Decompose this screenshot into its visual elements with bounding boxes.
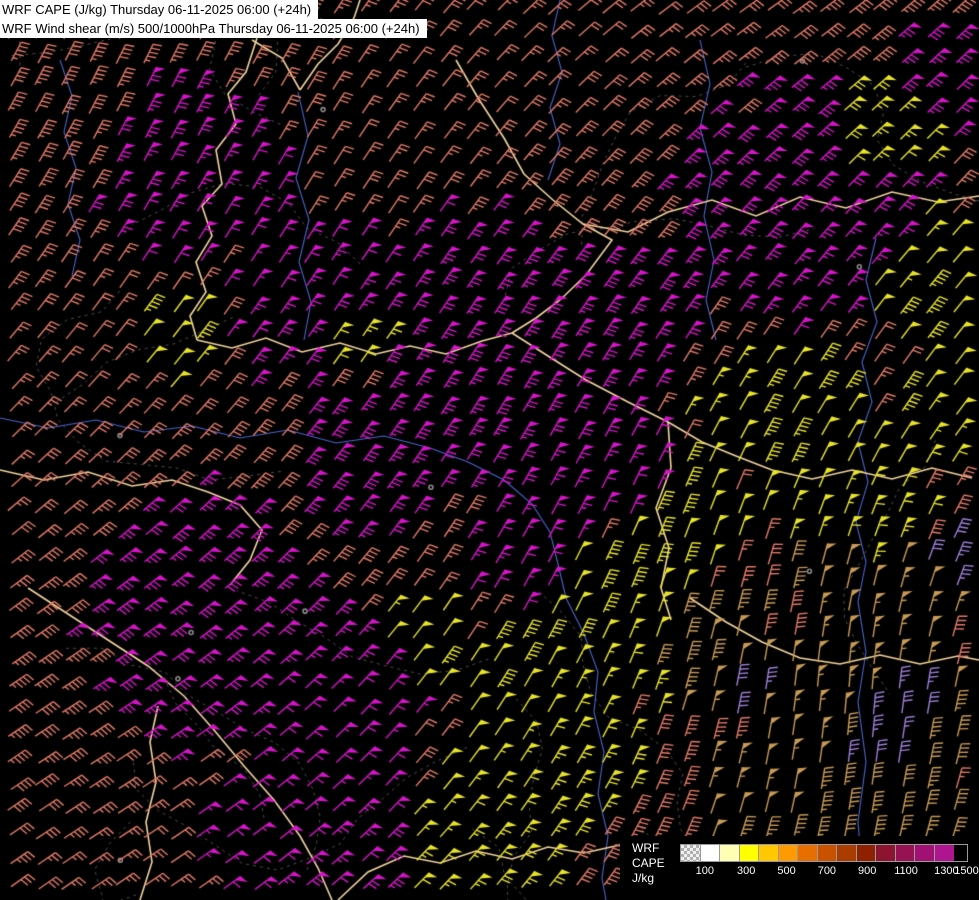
legend-value: 300 <box>737 865 756 877</box>
legend-color-cell <box>837 845 857 861</box>
legend-color-cell <box>798 845 818 861</box>
legend-color-cell <box>778 845 798 861</box>
legend-value: 100 <box>695 865 714 877</box>
legend-title-line: WRF <box>632 841 660 855</box>
legend-value: 900 <box>858 865 877 877</box>
legend-color-cell <box>895 845 915 861</box>
header-shear-title: WRF Wind shear (m/s) 500/1000hPa Thursda… <box>0 19 427 38</box>
legend-color-cell <box>934 845 954 861</box>
legend-title: WRF CAPE J/kg <box>620 836 680 900</box>
weather-map-page: WRF CAPE (J/kg) Thursday 06-11-2025 06:0… <box>0 0 979 900</box>
legend-labels: 100 300 500 700 900 1100 1300 1500 <box>680 865 979 880</box>
legend-value: 1100 <box>894 865 918 877</box>
legend-color-cell <box>817 845 837 861</box>
legend-value: 1500 <box>954 865 979 877</box>
header-cape-title: WRF CAPE (J/kg) Thursday 06-11-2025 06:0… <box>0 0 319 19</box>
legend-value: 500 <box>777 865 796 877</box>
legend-value: 700 <box>817 865 837 877</box>
legend-color-cell <box>759 845 779 861</box>
legend-color-cell <box>856 845 876 861</box>
legend-color-cell <box>681 845 701 861</box>
legend-scale: 100 300 500 700 900 1100 1300 1500 <box>680 836 979 900</box>
legend-swatches <box>680 844 968 862</box>
weather-map-canvas <box>0 0 979 900</box>
legend-color-cell <box>720 845 740 861</box>
legend-title-line: J/kg <box>632 871 655 885</box>
legend-color-cell <box>700 845 720 861</box>
legend-color-cell <box>915 845 935 861</box>
legend-title-line: CAPE <box>632 856 665 870</box>
legend-color-cell <box>739 845 759 861</box>
cape-legend: WRF CAPE J/kg 100 300 500 700 900 1100 1300 150… <box>620 836 979 900</box>
legend-color-cell <box>876 845 896 861</box>
